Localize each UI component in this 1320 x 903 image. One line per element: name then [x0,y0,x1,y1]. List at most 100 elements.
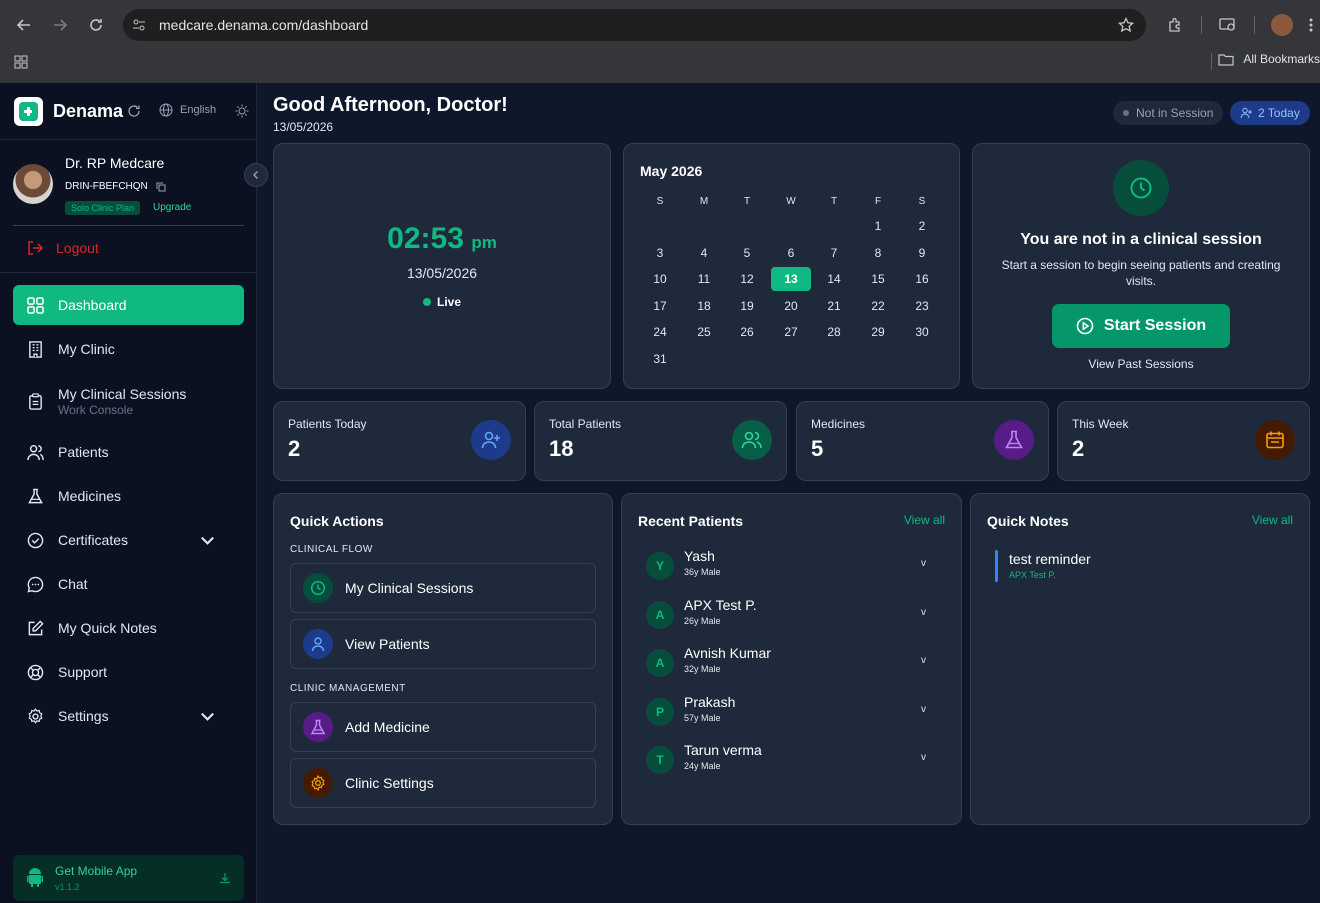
expand-chevron-icon[interactable]: v [921,704,926,715]
today-badge[interactable]: 2 Today [1230,101,1310,125]
reload-icon[interactable] [86,15,106,35]
sidebar-item-dashboard[interactable]: Dashboard [13,285,244,325]
site-settings-icon[interactable] [131,17,147,33]
copy-icon[interactable] [156,182,166,192]
calendar-day[interactable]: 29 [858,320,898,344]
sidebar-item-medicines[interactable]: Medicines [13,476,244,516]
patient-row[interactable]: P Prakash 57y Male v [646,692,946,736]
calendar-day[interactable]: 20 [771,294,811,318]
calendar-day[interactable]: 14 [814,267,854,291]
action-clinic-settings[interactable]: Clinic Settings [290,758,596,808]
logout-button[interactable]: Logout [26,239,99,257]
apps-grid-icon[interactable] [12,54,30,70]
calendar-day[interactable]: 23 [902,294,942,318]
calendar-day[interactable]: 18 [684,294,724,318]
clock-date: 13/05/2026 [406,265,478,281]
expand-chevron-icon[interactable]: v [921,752,926,763]
sidebar-item-settings[interactable]: Settings [13,696,244,736]
chevron-down-icon[interactable] [199,708,216,725]
sidebar-item-patients[interactable]: Patients [13,432,244,472]
calendar-day[interactable]: 11 [684,267,724,291]
quick-notes-view-all[interactable]: View all [1252,513,1293,527]
calendar-day[interactable]: 15 [858,267,898,291]
action-add-medicine[interactable]: Add Medicine [290,702,596,752]
session-description: Start a session to begin seeing patients… [1001,258,1281,288]
calendar-day[interactable]: 2 [902,214,942,238]
calendar-day[interactable]: 3 [640,241,680,265]
patient-row[interactable]: T Tarun verma 24y Male v [646,740,946,784]
calendar-day[interactable]: 16 [902,267,942,291]
clock-icon [303,573,333,603]
weekday-label: M [699,196,709,207]
calendar-day[interactable]: 28 [814,320,854,344]
action-view-patients[interactable]: View Patients [290,619,596,669]
calendar-day[interactable]: 22 [858,294,898,318]
cast-search-icon[interactable] [1218,15,1238,35]
calendar-day[interactable]: 17 [640,294,680,318]
get-mobile-app-button[interactable]: Get Mobile App v1.1.2 [13,855,244,901]
profile-avatar-icon[interactable] [1271,14,1293,36]
forward-icon[interactable] [50,15,70,35]
sidebar-item-support[interactable]: Support [13,652,244,692]
calendar-day[interactable]: 8 [858,241,898,265]
chevron-down-icon[interactable] [199,532,216,549]
start-session-button[interactable]: Start Session [1052,304,1230,348]
patient-row[interactable]: Y Yash 36y Male v [646,546,946,590]
sidebar-item-certificates[interactable]: Certificates [13,520,244,560]
address-bar[interactable]: medcare.denama.com/dashboard [123,9,1146,41]
calendar-day[interactable]: 19 [727,294,767,318]
expand-chevron-icon[interactable]: v [921,607,926,618]
theme-sun-icon[interactable] [234,103,250,119]
language-switch[interactable]: English [159,103,216,117]
extensions-icon[interactable] [1165,15,1185,35]
menu-dots-icon[interactable] [1305,15,1317,35]
action-my-clinical-sessions[interactable]: My Clinical Sessions [290,563,596,613]
calendar-day[interactable]: 4 [684,241,724,265]
calendar-day[interactable]: 5 [727,241,767,265]
doctor-id-row: DRIN-FBEFCHQN [65,181,166,192]
calendar-icon [1255,420,1295,460]
brand[interactable]: Denama [14,97,123,126]
sidebar-item-quick-notes[interactable]: My Quick Notes [13,608,244,648]
calendar-day[interactable]: 25 [684,320,724,344]
bookmark-star-icon[interactable] [1118,17,1134,33]
session-status-badge: Not in Session [1113,101,1224,125]
refresh-icon[interactable] [126,103,142,119]
doctor-id: DRIN-FBEFCHQN [65,181,148,192]
calendar-day-today[interactable]: 13 [771,267,811,292]
calendar-day[interactable]: 1 [858,214,898,238]
stat-card-this-week[interactable]: This Week 2 [1057,401,1310,481]
upgrade-link[interactable]: Upgrade [153,202,191,213]
sidebar-item-clinical-sessions[interactable]: My Clinical Sessions Work Console [13,381,244,421]
calendar-day[interactable]: 31 [640,347,680,371]
patient-row[interactable]: A APX Test P. 26y Male v [646,595,946,639]
stat-card-total-patients[interactable]: Total Patients 18 [534,401,787,481]
all-bookmarks-label: All Bookmarks [1243,52,1320,66]
stat-card-medicines[interactable]: Medicines 5 [796,401,1049,481]
back-icon[interactable] [14,15,34,35]
note-item[interactable]: test reminder APX Test P. [995,550,1295,582]
calendar-day[interactable]: 7 [814,241,854,265]
sidebar-item-label: My Quick Notes [58,620,157,636]
patient-avatar: Y [646,552,674,580]
view-past-sessions-link[interactable]: View Past Sessions [973,357,1309,371]
sidebar-item-my-clinic[interactable]: My Clinic [13,329,244,369]
expand-chevron-icon[interactable]: v [921,558,926,569]
calendar-day[interactable]: 27 [771,320,811,344]
patient-row[interactable]: A Avnish Kumar 32y Male v [646,643,946,687]
calendar-day[interactable]: 24 [640,320,680,344]
stat-card-patients-today[interactable]: Patients Today 2 [273,401,526,481]
calendar-day[interactable]: 9 [902,241,942,265]
building-icon [29,340,42,358]
calendar-day[interactable]: 30 [902,320,942,344]
recent-patients-view-all[interactable]: View all [904,513,945,527]
calendar-day[interactable]: 10 [640,267,680,291]
sidebar-item-chat[interactable]: Chat [13,564,244,604]
status-dot [1123,110,1129,116]
calendar-day[interactable]: 6 [771,241,811,265]
calendar-day[interactable]: 21 [814,294,854,318]
all-bookmarks[interactable]: All Bookmarks [1218,52,1320,66]
calendar-day[interactable]: 26 [727,320,767,344]
calendar-day[interactable]: 12 [727,267,767,291]
expand-chevron-icon[interactable]: v [921,655,926,666]
